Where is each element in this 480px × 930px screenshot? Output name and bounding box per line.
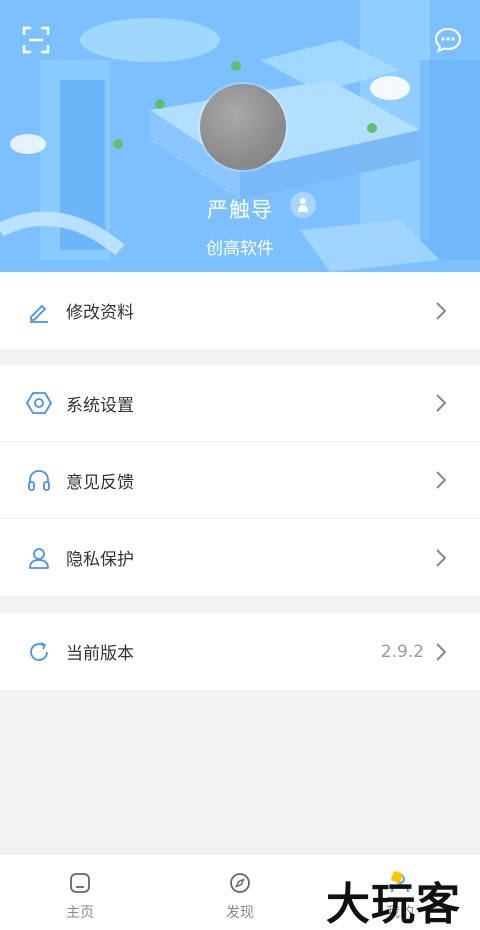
- avatar[interactable]: [200, 84, 286, 170]
- user-name: 严触导: [207, 198, 273, 222]
- user-icon: [26, 545, 52, 571]
- menu-item-version[interactable]: 当前版本 2.9.2: [0, 613, 480, 690]
- tab-discover[interactable]: 发现: [160, 854, 320, 930]
- profile-header: 严触导 创高软件: [0, 0, 480, 272]
- menu-item-label: 修改资料: [66, 303, 134, 323]
- chevron-right-icon: [436, 394, 447, 412]
- menu-group-profile: 修改资料: [0, 272, 480, 349]
- tab-label: 发现: [226, 905, 254, 921]
- menu-group-settings: 系统设置 意见反馈 隐私保护: [0, 365, 480, 596]
- chevron-right-icon: [436, 471, 447, 489]
- home-icon: [70, 873, 90, 893]
- scan-icon[interactable]: [22, 26, 50, 54]
- menu-item-label: 意见反馈: [66, 472, 134, 493]
- message-icon[interactable]: [434, 26, 462, 54]
- menu-group-version: 当前版本 2.9.2: [0, 613, 480, 690]
- headset-icon: [26, 467, 52, 493]
- gender-badge: [290, 192, 316, 218]
- menu-item-label: 隐私保护: [66, 550, 134, 570]
- menu-item-edit-profile[interactable]: 修改资料: [0, 272, 480, 349]
- tab-home[interactable]: 主页: [0, 854, 160, 930]
- menu-item-system-settings[interactable]: 系统设置: [0, 365, 480, 442]
- company-name: 创高软件: [206, 239, 274, 259]
- menu-item-privacy[interactable]: 隐私保护: [0, 519, 480, 596]
- menu-item-label: 当前版本: [66, 644, 134, 664]
- settings-hex-icon: [26, 390, 52, 416]
- menu-item-feedback[interactable]: 意见反馈: [0, 442, 480, 519]
- edit-icon: [26, 298, 52, 324]
- tab-label: 主页: [66, 905, 94, 921]
- menu-item-label: 系统设置: [66, 395, 134, 416]
- chevron-right-icon: [436, 548, 447, 567]
- version-number: 2.9.2: [380, 641, 424, 662]
- compass-icon: [230, 873, 250, 893]
- refresh-icon: [26, 639, 52, 665]
- person-icon: [298, 198, 308, 212]
- chevron-right-icon: [436, 301, 447, 320]
- chevron-right-icon: [436, 642, 447, 661]
